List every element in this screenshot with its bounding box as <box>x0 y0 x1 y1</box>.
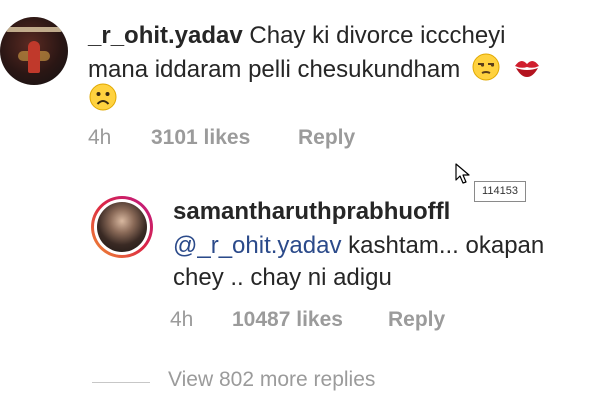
avatar-banner <box>6 27 62 32</box>
reply-reply-button[interactable]: Reply <box>388 308 445 331</box>
comment-text-line2: mana iddaram pelli chesukundham <box>88 56 461 83</box>
reply-time: 4h <box>170 308 194 331</box>
comment-first-line: _r_ohit.yadav Chay ki divorce icccheyi <box>88 20 506 52</box>
reply-first-line: samantharuthprabhuoffl <box>173 196 450 228</box>
commenter-avatar[interactable] <box>0 17 68 85</box>
view-replies-divider <box>92 382 150 383</box>
view-more-replies-button[interactable]: View 802 more replies <box>168 368 375 392</box>
avatar-figure <box>28 41 40 73</box>
tooltip: 114153 <box>474 181 526 202</box>
replier-avatar[interactable] <box>91 196 153 258</box>
frowning-face-icon <box>89 83 117 111</box>
kiss-mark-icon <box>514 60 539 77</box>
comment-reply-wrap: Reply <box>298 126 355 150</box>
commenter-username[interactable]: _r_ohit.yadav <box>88 22 243 49</box>
avatar-photo <box>97 202 147 252</box>
comment-time: 4h <box>88 126 112 149</box>
reply-meta: 4h <box>170 308 193 332</box>
comment-text-line1: Chay ki divorce icccheyi <box>249 22 506 49</box>
reply-reply-wrap: Reply <box>388 308 445 332</box>
comment-second-line: mana iddaram pelli chesukundham <box>88 52 542 86</box>
reply-third-line: chey .. chay ni adigu <box>173 262 392 294</box>
comment-meta: 4h <box>88 126 111 150</box>
reply-text-line3: chey .. chay ni adigu <box>173 264 392 291</box>
reply-text-line2: kashtam... okapan <box>341 232 545 259</box>
reply-likes[interactable]: 10487 likes <box>232 308 343 331</box>
reply-mention-link[interactable]: @_r_ohit.yadav <box>173 232 341 259</box>
replier-username[interactable]: samantharuthprabhuoffl <box>173 198 450 225</box>
reply-likes-wrap: 10487 likes <box>232 308 343 332</box>
comment-reply-button[interactable]: Reply <box>298 126 355 149</box>
mouse-cursor-icon <box>455 163 470 184</box>
reply-second-line: @_r_ohit.yadav kashtam... okapan <box>173 230 544 262</box>
unamused-face-icon <box>472 53 500 81</box>
comment-likes-wrap: 3101 likes <box>151 126 250 150</box>
comment-third-line <box>88 82 118 116</box>
comment-likes[interactable]: 3101 likes <box>151 126 250 149</box>
